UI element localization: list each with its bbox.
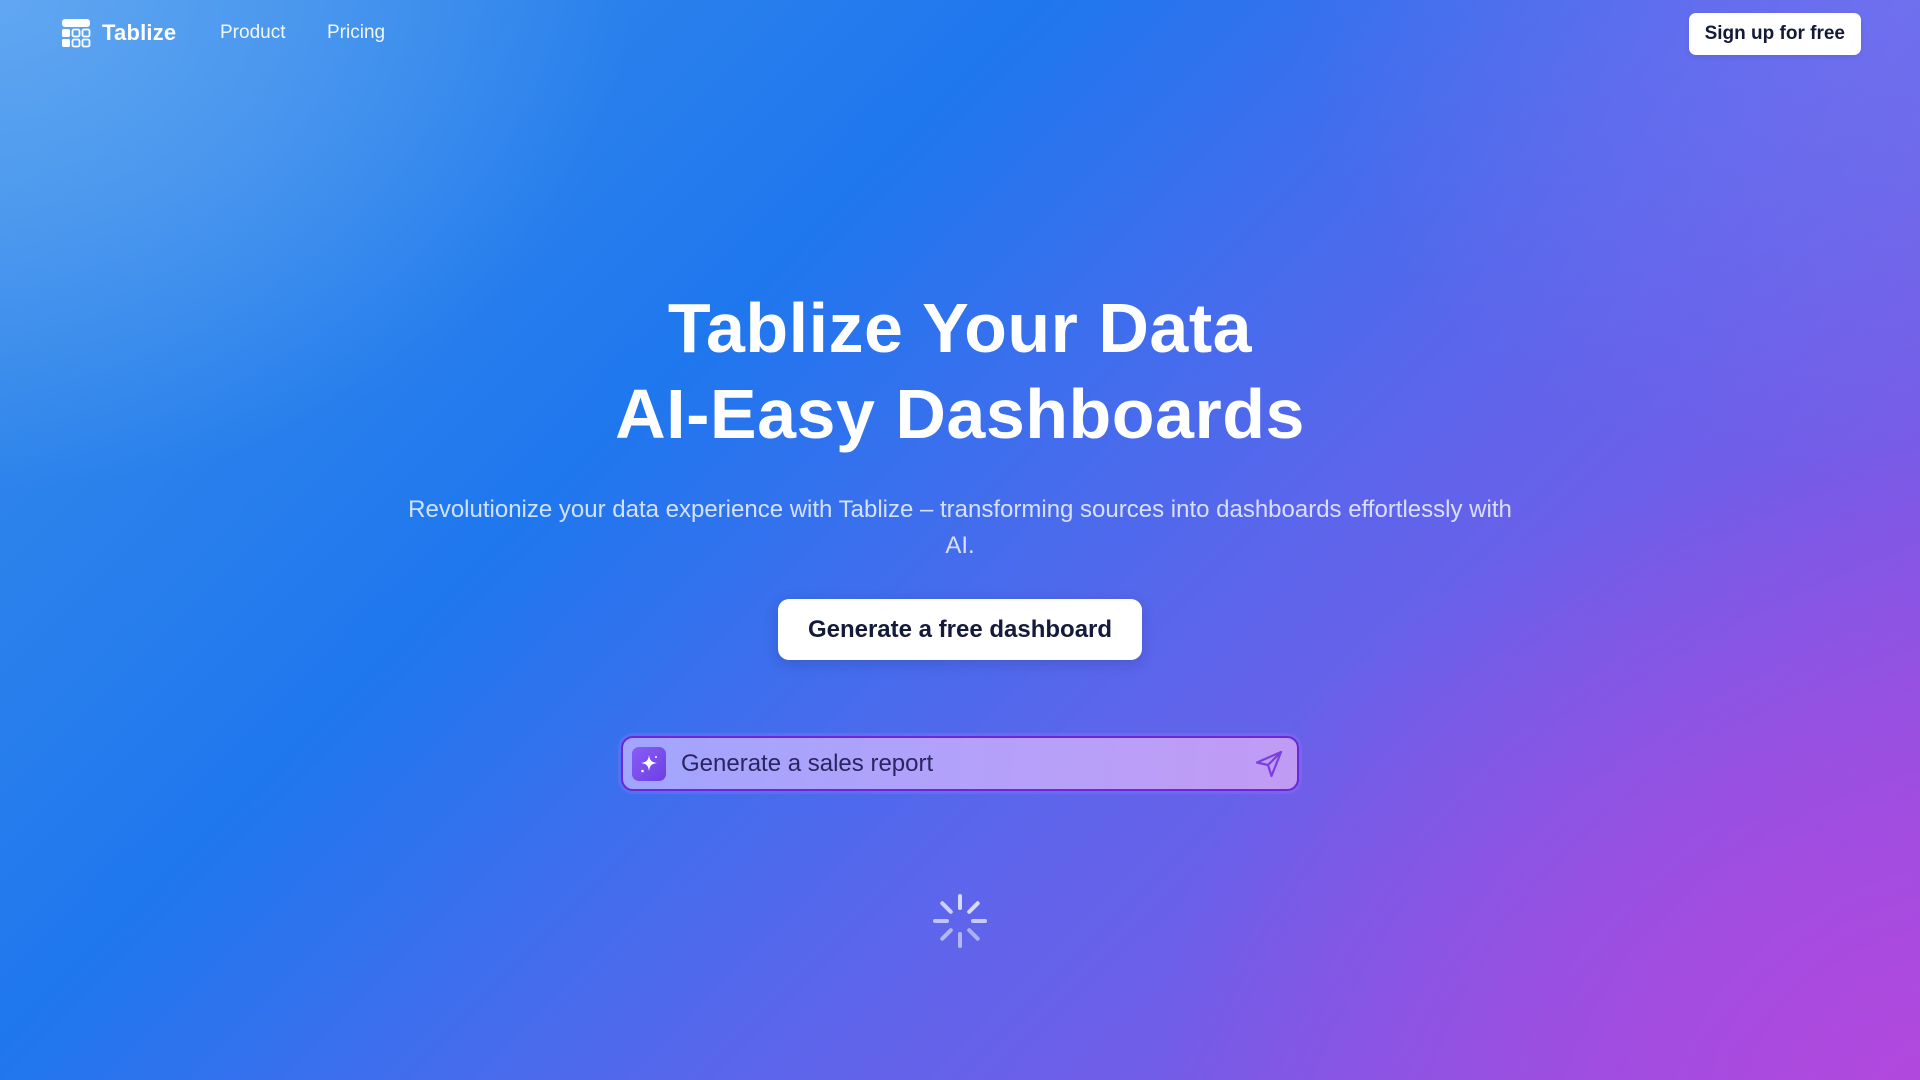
hero-subtitle: Revolutionize your data experience with … [408,496,1512,559]
send-icon [1255,750,1283,777]
hero-title-line-1: Tablize Your Data [667,289,1253,367]
hero-title: Tablize Your Data AI-Easy Dashboards [0,285,1920,457]
generate-dashboard-button[interactable]: Generate a free dashboard [778,599,1142,660]
ai-prompt-bar[interactable]: Generate a sales report [621,736,1299,791]
brand-name: Tablize [102,20,177,45]
nav-link-product[interactable]: Product [220,22,285,44]
send-button[interactable] [1249,744,1289,784]
hero-title-line-2: AI-Easy Dashboards [615,375,1305,453]
prompt-input[interactable]: Generate a sales report [681,750,1249,778]
signup-button[interactable]: Sign up for free [1688,13,1861,55]
brand-home-link[interactable]: Tablize [61,18,176,48]
top-navbar: Tablize Product Pricing Sign up for free [0,0,1920,68]
sparkle-icon [632,746,666,781]
loading-spinner-icon [933,894,987,948]
table-grid-icon [62,19,91,48]
nav-link-pricing[interactable]: Pricing [327,22,385,44]
